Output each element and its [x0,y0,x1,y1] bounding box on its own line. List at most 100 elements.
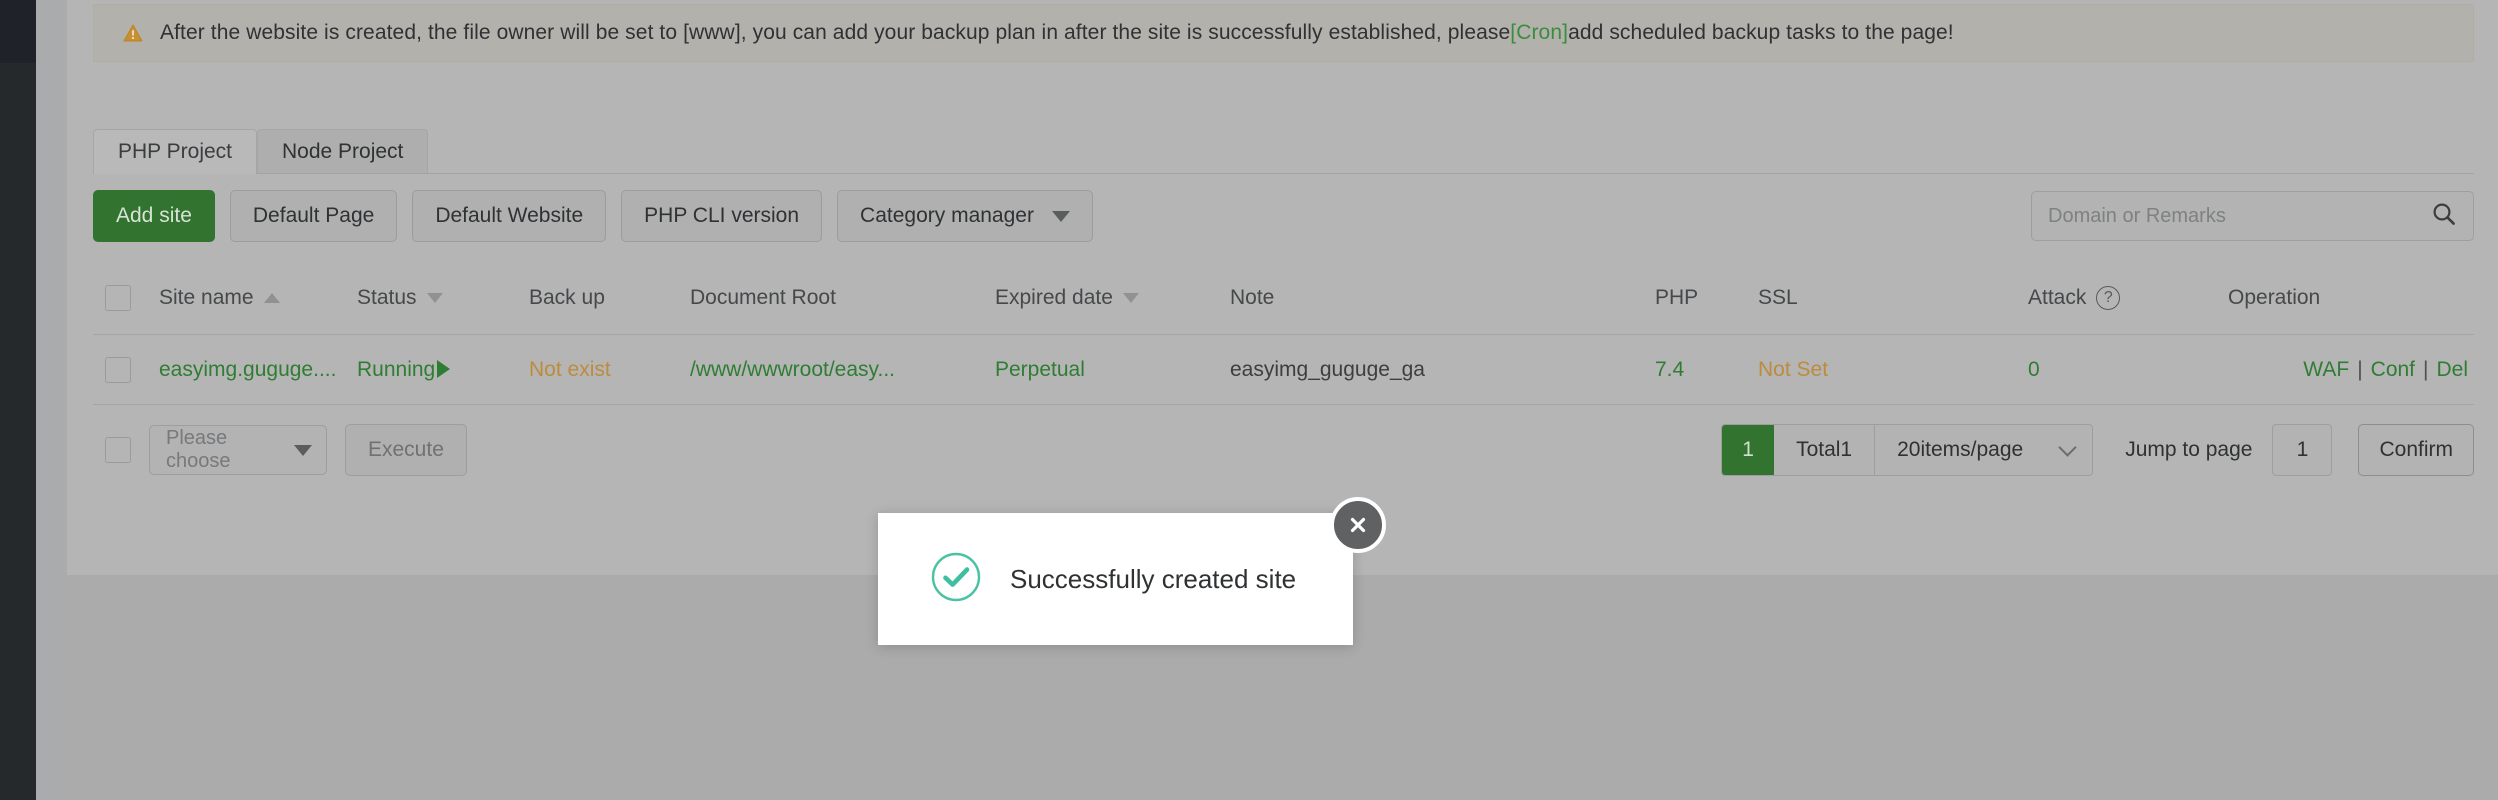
column-header-site-name[interactable]: Site name [159,286,357,310]
table-footer: Please choose Execute 1 Total1 20items/p… [93,410,2474,490]
conf-link[interactable]: Conf [2371,358,2415,381]
row-select-cell [93,357,159,383]
default-page-label: Default Page [253,204,374,227]
chevron-down-icon [294,445,312,456]
column-header-backup-label: Back up [529,286,605,310]
column-header-status-label: Status [357,286,417,310]
left-nav-rail [0,0,36,800]
table-body: easyimg.guguge.... Running Not exist /ww… [93,335,2474,405]
site-toolbar: Add site Default Page Default Website PH… [93,190,2474,246]
tab-node-project-label: Node Project [282,140,403,163]
add-site-label: Add site [116,204,192,227]
cell-backup[interactable]: Not exist [529,358,690,382]
table-header: Site name Status Back up Document Root E… [93,262,2474,335]
status-text: Running [357,358,435,381]
per-page-value: 20items/page [1897,438,2023,462]
column-header-ssl: SSL [1758,286,2028,310]
row-checkbox[interactable] [105,357,131,383]
table-row: easyimg.guguge.... Running Not exist /ww… [93,335,2474,405]
search-icon[interactable] [2431,201,2457,232]
project-tabs: PHP Project Node Project [93,130,2474,174]
cell-note[interactable]: easyimg_guguge_ga [1230,358,1655,382]
tab-node-project[interactable]: Node Project [257,129,428,173]
cell-php-version[interactable]: 7.4 [1655,358,1758,382]
cell-status: Running [357,358,529,382]
success-message: Successfully created site [1010,564,1296,595]
sort-descending-icon[interactable] [1123,293,1139,303]
warning-message: After the website is created, the file o… [160,21,1954,45]
sort-descending-icon[interactable] [427,293,443,303]
total-count-label: Total1 [1774,425,1875,475]
column-header-status[interactable]: Status [357,286,529,310]
column-header-site-name-label: Site name [159,286,254,310]
chevron-down-icon [2059,438,2077,456]
main-content-panel: After the website is created, the file o… [67,0,2498,575]
column-header-php-label: PHP [1655,286,1698,310]
pager: 1 Total1 20items/page [1721,424,2093,476]
batch-action-select-value: Please choose [166,427,294,473]
cell-document-root[interactable]: /www/wwwroot/easy... [690,358,995,382]
left-nav-rail-header [0,0,36,63]
success-check-circle-icon [930,551,982,608]
column-header-attack-label: Attack [2028,286,2086,310]
warning-banner: After the website is created, the file o… [93,4,2474,62]
default-website-button[interactable]: Default Website [412,190,606,242]
php-cli-version-button[interactable]: PHP CLI version [621,190,822,242]
warning-text-before: After the website is created, the file o… [160,21,1510,44]
pagination-group: 1 Total1 20items/page Jump to page Confi… [1721,424,2474,476]
column-header-operation: Operation [2228,286,2474,310]
warning-text-after: add scheduled backup tasks to the page! [1568,21,1954,44]
confirm-label: Confirm [2379,438,2453,461]
column-header-php: PHP [1655,286,1758,310]
cell-ssl[interactable]: Not Set [1758,358,2028,382]
table-header-row: Site name Status Back up Document Root E… [93,262,2474,334]
help-question-icon[interactable]: ? [2096,286,2120,310]
search-input[interactable] [2048,205,2431,228]
php-cli-version-label: PHP CLI version [644,204,799,227]
operation-separator: | [2349,358,2370,381]
select-all-checkbox[interactable] [105,285,131,311]
category-manager-label: Category manager [860,191,1034,241]
select-all-cell [93,285,159,311]
jump-to-page-input[interactable] [2272,424,2332,476]
search-box[interactable] [2031,191,2474,241]
column-header-document-root: Document Root [690,286,995,310]
execute-button[interactable]: Execute [345,424,467,476]
waf-link[interactable]: WAF [2303,358,2349,381]
column-header-attack: Attack ? [2028,286,2228,310]
column-header-operation-label: Operation [2228,286,2320,310]
add-site-button[interactable]: Add site [93,190,215,242]
cell-operations: WAF|Conf|Del [2228,358,2474,382]
column-header-backup: Back up [529,286,690,310]
column-header-expired-date[interactable]: Expired date [995,286,1230,310]
column-header-note-label: Note [1230,286,1274,310]
operation-separator: | [2415,358,2436,381]
category-manager-button[interactable]: Category manager [837,190,1093,242]
per-page-select[interactable]: 20items/page [1875,425,2092,475]
close-icon[interactable] [1330,497,1386,553]
cell-site-name[interactable]: easyimg.guguge.... [159,358,357,382]
page-backdrop-band [36,0,67,800]
default-page-button[interactable]: Default Page [230,190,397,242]
batch-action-select[interactable]: Please choose [149,425,327,475]
column-header-ssl-label: SSL [1758,286,1798,310]
success-toast-dialog: Successfully created site [878,513,1353,645]
footer-select-all-checkbox[interactable] [105,437,131,463]
chevron-down-icon [1052,211,1070,222]
cell-attack-count: 0 [2028,358,2228,382]
column-header-note: Note [1230,286,1655,310]
jump-to-page-label: Jump to page [2125,438,2252,462]
column-header-expired-date-label: Expired date [995,286,1113,310]
cron-link[interactable]: [Cron] [1510,21,1568,44]
cell-expired-date[interactable]: Perpetual [995,358,1230,382]
warning-triangle-icon [123,24,143,42]
batch-action-group: Please choose Execute [93,424,467,476]
toolbar-button-group: Add site Default Page Default Website PH… [93,190,1093,242]
sort-ascending-icon[interactable] [264,293,280,303]
del-link[interactable]: Del [2436,358,2468,381]
confirm-button[interactable]: Confirm [2358,424,2474,476]
page-number-button[interactable]: 1 [1722,425,1774,475]
tab-php-project[interactable]: PHP Project [93,129,257,173]
sites-table: Site name Status Back up Document Root E… [93,262,2474,405]
play-icon[interactable] [437,360,450,378]
